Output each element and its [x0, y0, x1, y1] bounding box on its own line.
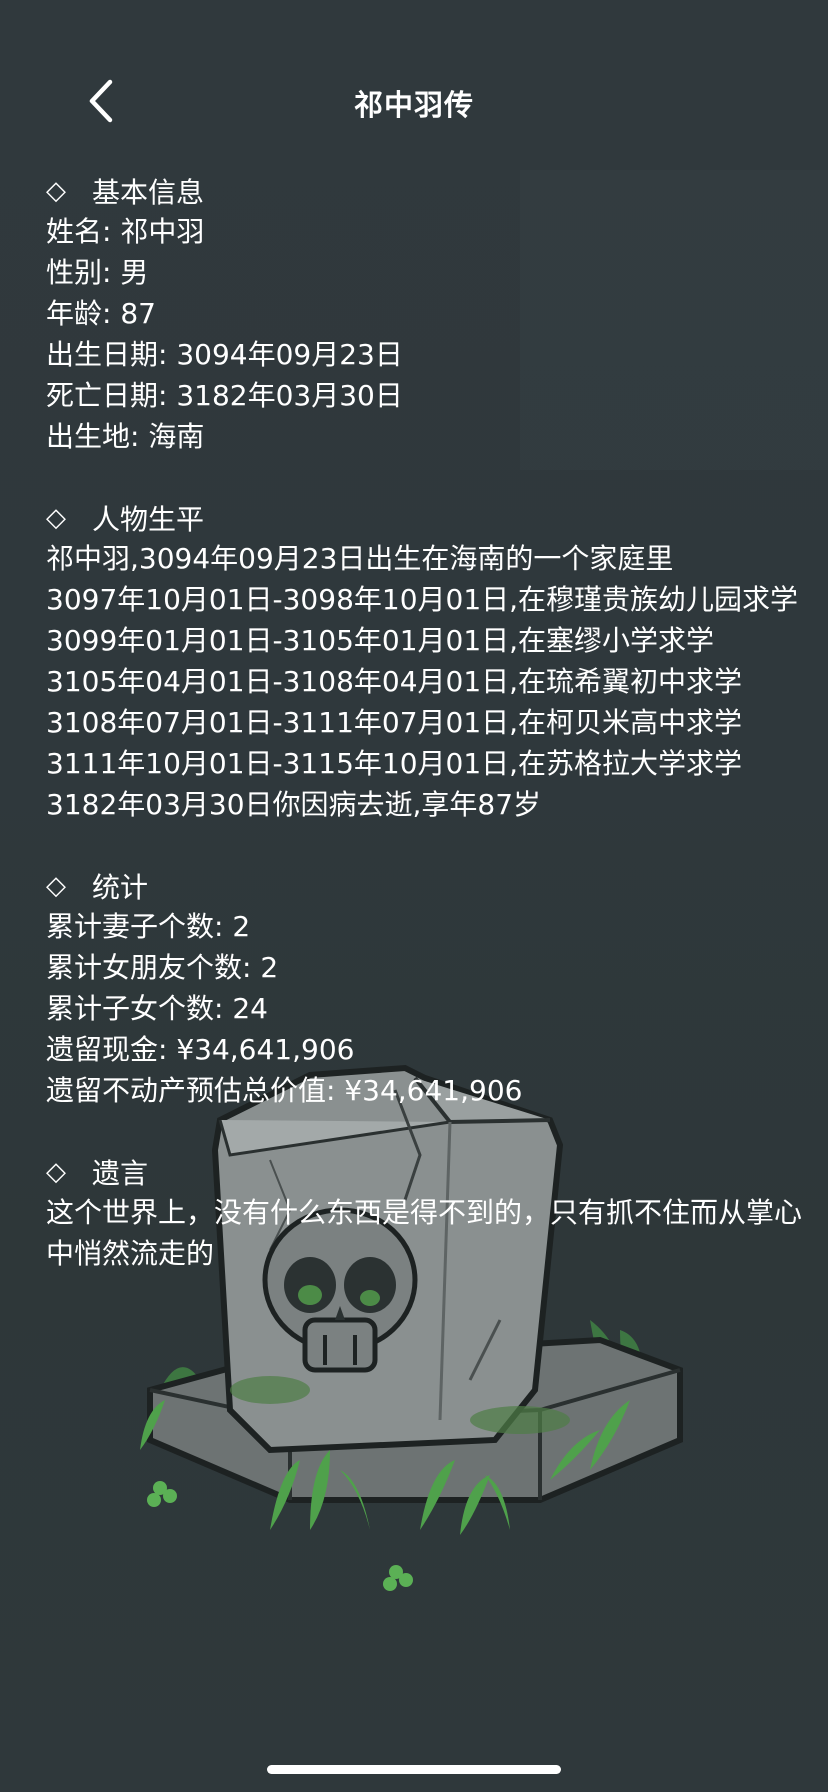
nav-header: 祁中羽传	[0, 60, 828, 140]
last-words-text: 这个世界上，没有什么东西是得不到的，只有抓不住而从掌心中悄然流走的	[46, 1196, 803, 1270]
info-birthplace: 出生地: 海南	[46, 420, 205, 453]
section-heading: ◇ 基本信息	[46, 170, 806, 211]
life-event: 3108年07月01日-3111年07月01日,在柯贝米高中求学	[46, 706, 743, 739]
life-event: 3099年01月01日-3105年01月01日,在塞缪小学求学	[46, 624, 715, 657]
life-event: 祁中羽,3094年09月23日出生在海南的一个家庭里	[46, 542, 674, 575]
life-event: 3105年04月01日-3108年04月01日,在琉希翼初中求学	[46, 665, 743, 698]
section-statistics: ◇ 统计 累计妻子个数: 2 累计女朋友个数: 2 累计子女个数: 24 遗留现…	[46, 865, 806, 1111]
info-age: 年龄: 87	[46, 297, 156, 330]
biography-content: ◇ 基本信息 姓名: 祁中羽 性别: 男 年龄: 87 出生日期: 3094年0…	[46, 170, 806, 1314]
section-life-story: ◇ 人物生平 祁中羽,3094年09月23日出生在海南的一个家庭里 3097年1…	[46, 497, 806, 825]
section-title: 遗言	[92, 1156, 149, 1190]
stat-children: 累计子女个数: 24	[46, 992, 268, 1025]
section-basic-info: ◇ 基本信息 姓名: 祁中羽 性别: 男 年龄: 87 出生日期: 3094年0…	[46, 170, 806, 457]
info-name: 姓名: 祁中羽	[46, 215, 205, 248]
section-title: 人物生平	[92, 502, 205, 536]
stat-wives: 累计妻子个数: 2	[46, 910, 251, 943]
diamond-icon: ◇	[46, 502, 66, 533]
section-title: 基本信息	[92, 175, 205, 209]
life-event: 3097年10月01日-3098年10月01日,在穆瑾贵族幼儿园求学	[46, 583, 799, 616]
section-heading: ◇ 人物生平	[46, 497, 806, 538]
home-indicator[interactable]	[267, 1765, 561, 1774]
diamond-icon: ◇	[46, 175, 66, 206]
info-death-date: 死亡日期: 3182年03月30日	[46, 379, 403, 412]
life-event: 3111年10月01日-3115年10月01日,在苏格拉大学求学	[46, 747, 743, 780]
stat-girlfriends: 累计女朋友个数: 2	[46, 951, 279, 984]
section-heading: ◇ 遗言	[46, 1151, 806, 1192]
section-last-words: ◇ 遗言 这个世界上，没有什么东西是得不到的，只有抓不住而从掌心中悄然流走的	[46, 1151, 806, 1274]
info-gender: 性别: 男	[46, 256, 149, 289]
life-event: 3182年03月30日你因病去逝,享年87岁	[46, 788, 542, 821]
info-birth-date: 出生日期: 3094年09月23日	[46, 338, 403, 371]
section-title: 统计	[92, 870, 149, 904]
stat-cash: 遗留现金: ¥34,641,906	[46, 1033, 355, 1066]
diamond-icon: ◇	[46, 870, 66, 901]
section-heading: ◇ 统计	[46, 865, 806, 906]
diamond-icon: ◇	[46, 1156, 66, 1187]
stat-real-estate: 遗留不动产预估总价值: ¥34,641,906	[46, 1074, 523, 1107]
page-title: 祁中羽传	[353, 88, 474, 122]
